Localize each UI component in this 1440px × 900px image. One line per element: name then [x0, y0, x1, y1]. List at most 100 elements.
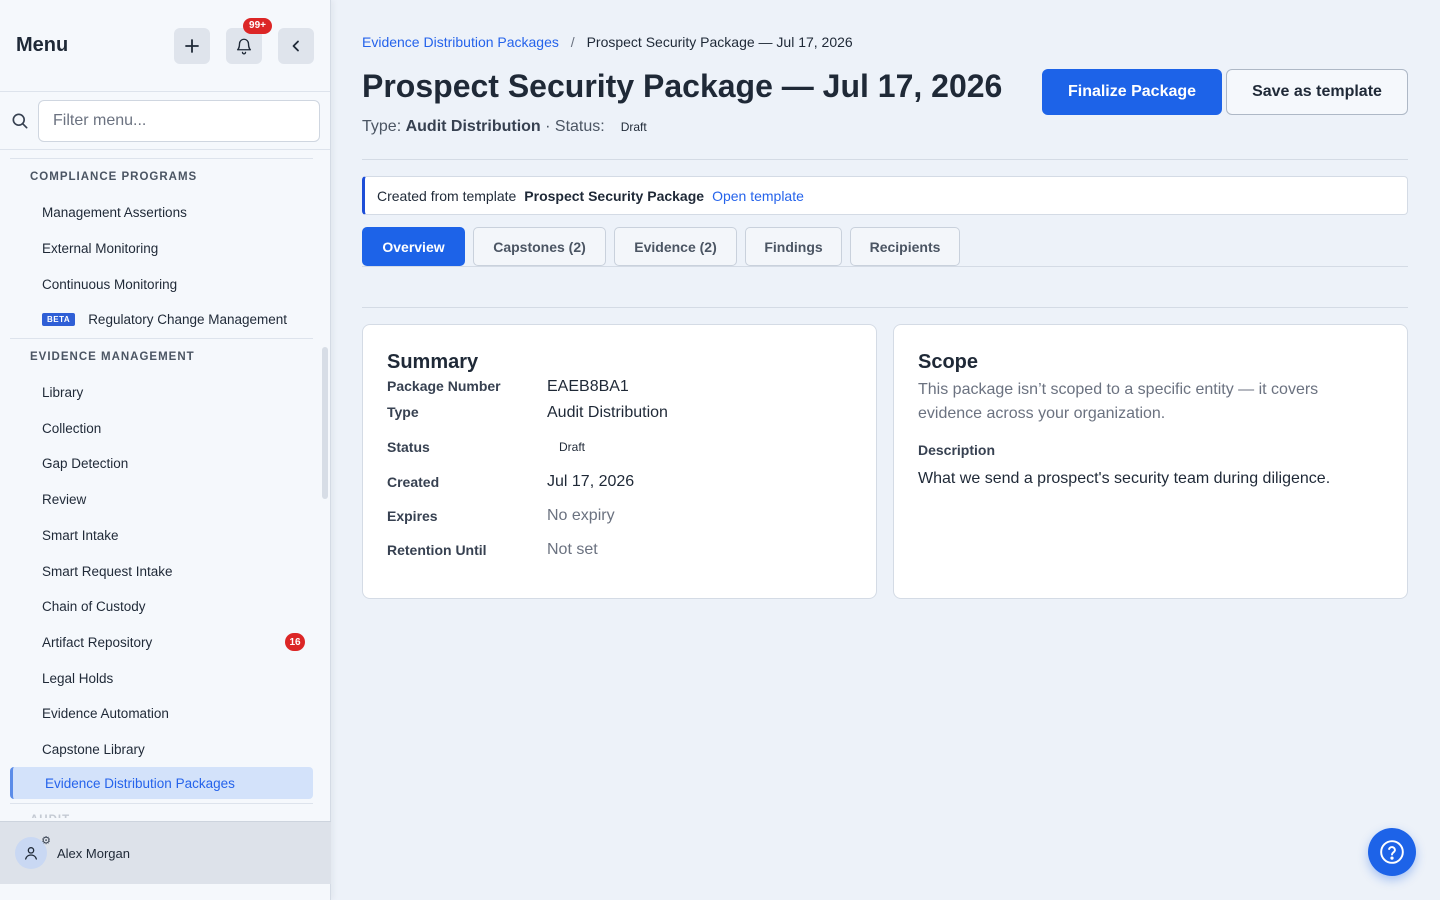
template-notice: Created from template Prospect Security … — [362, 176, 1408, 215]
sidebar-item-regulatory-change-management[interactable]: BETA Regulatory Change Management — [0, 302, 331, 338]
description-text: What we send a prospect's security team … — [918, 470, 1331, 487]
beta-badge: BETA — [42, 313, 76, 327]
notifications-button[interactable]: 99+ — [226, 17, 272, 64]
summary-row-type: Type Audit Distribution — [387, 404, 852, 430]
breadcrumb-link-parent[interactable]: Evidence Distribution Packages — [362, 34, 559, 50]
tab-findings[interactable]: Findings — [745, 227, 842, 266]
tab-bar: Overview Capstones (2) Evidence (2) Find… — [362, 227, 968, 266]
sidebar-item-label: Collection — [42, 420, 102, 436]
section-audit: AUDIT — [0, 804, 331, 818]
sidebar-item-continuous-monitoring[interactable]: Continuous Monitoring — [0, 266, 331, 302]
tab-evidence[interactable]: Evidence (2) — [614, 227, 737, 266]
sidebar-item-label: Chain of Custody — [42, 599, 146, 615]
open-template-link[interactable]: Open template — [712, 188, 804, 204]
sidebar-item-evidence-automation[interactable]: Evidence Automation — [0, 696, 331, 732]
summary-value: Audit Distribution — [547, 404, 668, 421]
scope-card: Scope This package isn’t scoped to a spe… — [893, 324, 1408, 599]
sidebar-item-collection[interactable]: Collection — [0, 410, 331, 446]
bell-icon — [236, 38, 252, 54]
sidebar-title: Menu — [16, 34, 69, 56]
summary-row-package-number: Package Number EAEB8BA1 — [387, 378, 852, 404]
save-as-template-button[interactable]: Save as template — [1226, 69, 1408, 115]
sidebar-item-label: Capstone Library — [42, 741, 145, 757]
sidebar-item-label: Artifact Repository — [42, 634, 153, 650]
user-icon — [25, 847, 37, 860]
sidebar-item-label: Evidence Automation — [42, 706, 169, 722]
sidebar-item-label: Smart Request Intake — [42, 563, 173, 579]
divider — [362, 266, 1408, 267]
sidebar-nav: COMPLIANCE PROGRAMS Management Assertion… — [0, 158, 331, 818]
sidebar-item-capstone-library[interactable]: Capstone Library — [0, 732, 331, 768]
sidebar-item-library[interactable]: Library — [0, 375, 331, 411]
sidebar-item-label: Evidence Distribution Packages — [45, 775, 235, 791]
gear-icon: ⚙ — [41, 835, 51, 847]
page-meta: Type: Audit Distribution · Status: Draft — [362, 118, 655, 136]
search-icon — [12, 113, 28, 128]
sidebar-item-label: Review — [42, 492, 87, 508]
finalize-package-button[interactable]: Finalize Package — [1042, 69, 1222, 115]
sidebar-item-chain-of-custody[interactable]: Chain of Custody — [0, 589, 331, 625]
summary-list: Package Number EAEB8BA1 Type Audit Distr… — [387, 378, 852, 568]
sidebar-item-label: Gap Detection — [42, 456, 129, 472]
sidebar-item-artifact-repository[interactable]: Artifact Repository 16 — [0, 625, 331, 661]
scope-text: This package isn’t scoped to a specific … — [918, 381, 1319, 422]
avatar: ⚙ — [15, 835, 51, 869]
divider — [362, 159, 1408, 160]
sidebar-item-legal-holds[interactable]: Legal Holds — [0, 660, 331, 696]
sidebar-item-gap-detection[interactable]: Gap Detection — [0, 446, 331, 482]
sidebar-header: Menu 99+ — [0, 0, 330, 92]
type-label: Type: — [362, 118, 402, 135]
tab-capstones[interactable]: Capstones (2) — [473, 227, 606, 266]
scope-title: Scope — [918, 351, 979, 373]
description-label: Description — [918, 442, 996, 458]
sidebar-item-smart-request-intake[interactable]: Smart Request Intake — [0, 553, 331, 589]
user-profile[interactable]: ⚙ Alex Morgan — [0, 821, 331, 884]
sidebar-scrollbar[interactable] — [322, 347, 328, 499]
sidebar: Menu 99+ COMPLIANCE PROGRAMS Management … — [0, 0, 331, 900]
sidebar-item-smart-intake[interactable]: Smart Intake — [0, 518, 331, 554]
summary-value: Not set — [547, 541, 598, 559]
help-icon — [1380, 840, 1404, 864]
summary-key: Package Number — [387, 378, 501, 394]
collapse-sidebar-button[interactable] — [278, 27, 314, 64]
sidebar-item-label: Management Assertions — [42, 205, 187, 221]
summary-row-retention-until: Retention Until Not set — [387, 533, 852, 567]
filter-menu-input[interactable] — [38, 99, 320, 142]
section-compliance-programs: COMPLIANCE PROGRAMS — [30, 171, 198, 183]
page-title: Prospect Security Package — Jul 17, 2026 — [362, 68, 1003, 104]
summary-row-status: Status Draft — [387, 430, 852, 464]
tab-overview[interactable]: Overview — [362, 227, 465, 266]
sidebar-item-review[interactable]: Review — [0, 482, 331, 518]
tab-recipients[interactable]: Recipients — [850, 227, 960, 266]
summary-value: EAEB8BA1 — [547, 378, 629, 395]
summary-title: Summary — [387, 351, 479, 373]
breadcrumb-separator: / — [570, 34, 575, 50]
sidebar-search — [0, 92, 330, 150]
notifications-badge: 99+ — [243, 17, 272, 34]
template-notice-prefix: Created from template — [377, 187, 517, 204]
breadcrumb: Evidence Distribution Packages / Prospec… — [362, 34, 853, 50]
summary-key: Retention Until — [387, 542, 487, 559]
sidebar-item-management-assertions[interactable]: Management Assertions — [0, 195, 331, 231]
summary-value: Jul 17, 2026 — [547, 472, 635, 490]
divider — [362, 307, 1408, 308]
summary-card: Summary Package Number EAEB8BA1 Type Aud… — [362, 324, 877, 599]
sidebar-item-label: Smart Intake — [42, 527, 119, 543]
chevron-left-icon — [292, 40, 299, 51]
summary-value: No expiry — [547, 506, 615, 524]
sidebar-item-evidence-distribution-packages[interactable]: Evidence Distribution Packages — [10, 767, 313, 800]
sidebar-item-label: Library — [42, 385, 84, 401]
type-value: Audit Distribution — [405, 118, 541, 135]
user-name: Alex Morgan — [57, 845, 130, 861]
summary-key: Created — [387, 473, 440, 490]
template-name: Prospect Security Package — [524, 187, 705, 204]
sidebar-item-label: Legal Holds — [42, 670, 114, 686]
add-button[interactable] — [174, 27, 210, 64]
breadcrumb-current: Prospect Security Package — Jul 17, 2026 — [586, 34, 853, 50]
help-button[interactable] — [1368, 828, 1416, 876]
summary-row-expires: Expires No expiry — [387, 499, 852, 533]
sidebar-item-external-monitoring[interactable]: External Monitoring — [0, 231, 331, 267]
plus-icon — [185, 38, 199, 53]
summary-key: Expires — [387, 507, 438, 524]
status-badge: Draft — [620, 120, 647, 134]
